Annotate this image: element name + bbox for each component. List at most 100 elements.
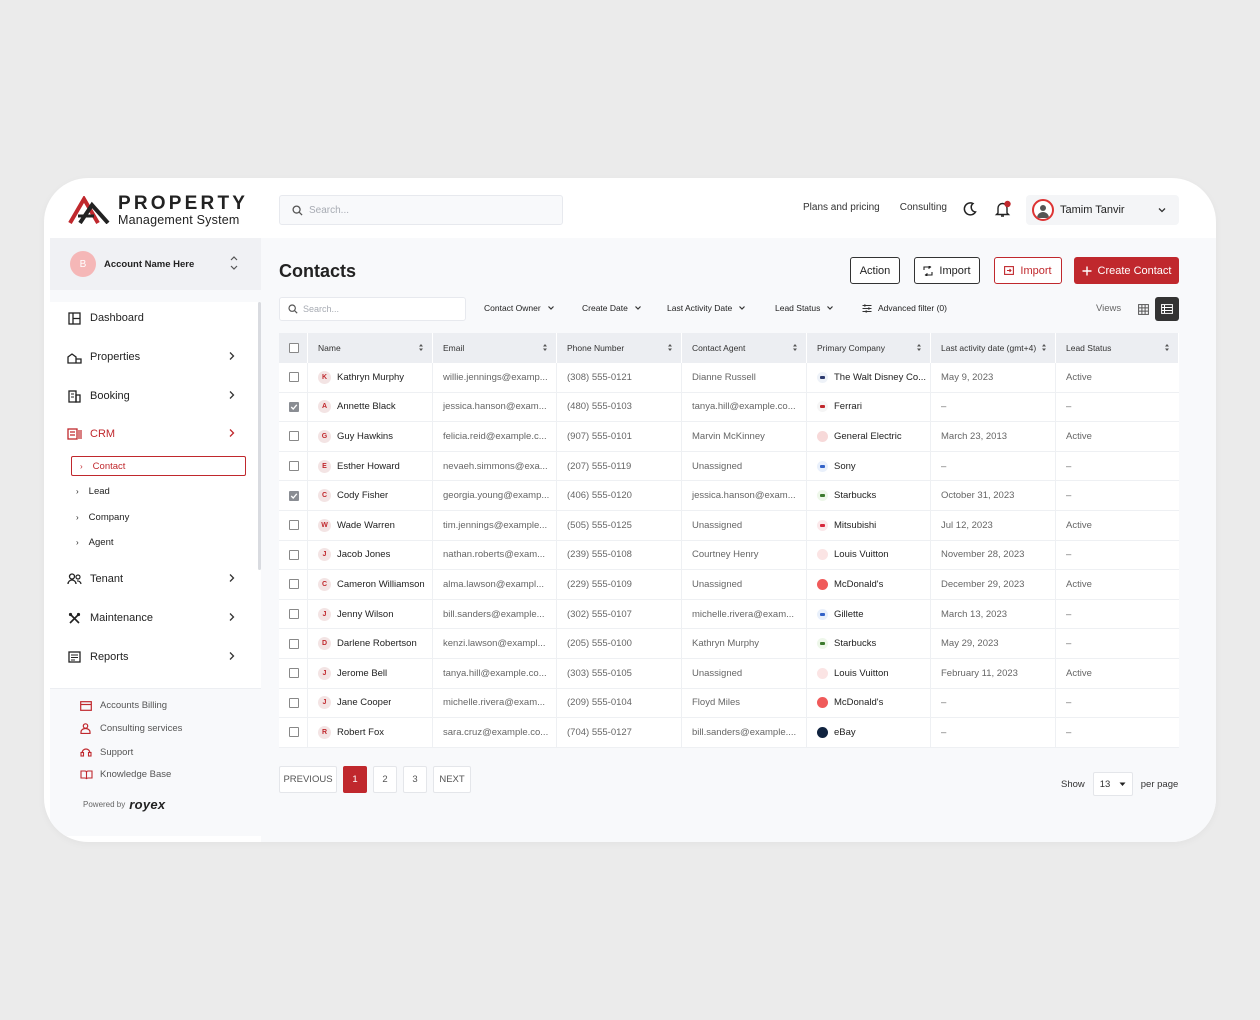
cell-name[interactable]: E Esther Howard: [308, 451, 433, 481]
row-checkbox[interactable]: [289, 431, 299, 442]
table-row[interactable]: J Jane Cooper michelle.rivera@exam... (209)…: [279, 688, 1179, 719]
row-checkbox[interactable]: [289, 579, 299, 590]
account-switcher[interactable]: B Account Name Here: [50, 238, 261, 290]
table-row[interactable]: R Robert Fox sara.cruz@example.co... (704) …: [279, 718, 1179, 748]
row-checkbox[interactable]: [289, 461, 299, 472]
cell-name[interactable]: J Jane Cooper: [308, 688, 433, 718]
sidebar-item-crm[interactable]: CRM: [66, 426, 236, 442]
table-row[interactable]: W Wade Warren tim.jennings@example... (505)…: [279, 510, 1179, 541]
table-row[interactable]: J Jenny Wilson bill.sanders@example... (302…: [279, 599, 1179, 630]
cell-company[interactable]: Gillette: [807, 599, 931, 629]
page-button-2[interactable]: 2: [373, 766, 397, 793]
cell-name[interactable]: J Jenny Wilson: [308, 599, 433, 629]
row-checkbox[interactable]: [289, 609, 299, 620]
cell-company[interactable]: Mitsubishi: [807, 510, 931, 540]
row-checkbox[interactable]: [289, 638, 299, 649]
user-menu[interactable]: Tamim Tanvir: [1026, 195, 1179, 225]
cell-company[interactable]: McDonald's: [807, 570, 931, 599]
table-row[interactable]: C Cody Fisher georgia.young@examp... (406) …: [279, 481, 1179, 511]
cell-company[interactable]: Louis Vuitton: [807, 540, 931, 570]
sidebar-item-reports[interactable]: Reports: [66, 649, 236, 665]
cell-name[interactable]: C Cody Fisher: [308, 481, 433, 510]
filter-lead-status[interactable]: Lead Status: [775, 303, 834, 313]
link-consulting-services[interactable]: Consulting services: [80, 723, 182, 734]
advanced-filter-button[interactable]: Advanced filter (0): [862, 303, 947, 313]
cell-company[interactable]: General Electric: [807, 422, 931, 451]
import-button[interactable]: Import: [914, 257, 980, 284]
dark-mode-moon-icon[interactable]: [962, 201, 978, 217]
filter-contact-owner[interactable]: Contact Owner: [484, 303, 555, 313]
row-checkbox[interactable]: [289, 549, 299, 560]
cell-name[interactable]: J Jerome Bell: [308, 658, 433, 688]
sidebar-item-tenant[interactable]: Tenant: [66, 571, 236, 587]
sidebar-subitem-agent[interactable]: › Agent: [76, 537, 114, 548]
action-button[interactable]: Action: [850, 257, 900, 284]
table-row[interactable]: J Jerome Bell tanya.hill@example.co... (303…: [279, 658, 1179, 689]
cell-name[interactable]: W Wade Warren: [308, 510, 433, 540]
table-row[interactable]: K Kathryn Murphy willie.jennings@examp... (…: [279, 363, 1179, 393]
sidebar-subitem-lead[interactable]: › Lead: [76, 486, 110, 497]
cell-company[interactable]: eBay: [807, 718, 931, 747]
table-row[interactable]: J Jacob Jones nathan.roberts@exam... (239) …: [279, 540, 1179, 571]
row-checkbox[interactable]: [289, 372, 299, 383]
row-checkbox[interactable]: [289, 401, 299, 412]
table-row[interactable]: G Guy Hawkins felicia.reid@example.c... (90…: [279, 422, 1179, 452]
previous-page-button[interactable]: PREVIOUS: [279, 766, 337, 793]
cell-company[interactable]: Starbucks: [807, 481, 931, 510]
column-header-lead-status[interactable]: Lead Status: [1056, 333, 1179, 363]
sidebar-item-booking[interactable]: Booking: [66, 388, 236, 404]
contacts-search-input[interactable]: Search...: [279, 297, 466, 321]
link-knowledge-base[interactable]: Knowledge Base: [80, 769, 171, 780]
row-checkbox[interactable]: [289, 727, 299, 738]
cell-name[interactable]: A Annette Black: [308, 392, 433, 422]
import-file-button[interactable]: Import: [994, 257, 1062, 284]
next-page-button[interactable]: NEXT: [433, 766, 471, 793]
column-header-phone[interactable]: Phone Number: [557, 333, 682, 363]
nav-plans-pricing[interactable]: Plans and pricing: [803, 202, 880, 213]
column-header-name[interactable]: Name: [308, 333, 433, 363]
table-row[interactable]: E Esther Howard nevaeh.simmons@exa... (207)…: [279, 451, 1179, 482]
cell-name[interactable]: C Cameron Williamson: [308, 570, 433, 599]
page-size-select[interactable]: 13: [1092, 772, 1133, 796]
sidebar-item-maintenance[interactable]: Maintenance: [66, 610, 236, 626]
column-header-agent[interactable]: Contact Agent: [682, 333, 807, 363]
table-row[interactable]: D Darlene Robertson kenzi.lawson@exampl...…: [279, 629, 1179, 659]
cell-company[interactable]: Starbucks: [807, 629, 931, 658]
cell-company[interactable]: Sony: [807, 451, 931, 481]
page-button-3[interactable]: 3: [403, 766, 427, 793]
cell-name[interactable]: K Kathryn Murphy: [308, 363, 433, 392]
filter-last-activity-date[interactable]: Last Activity Date: [667, 303, 746, 313]
cell-company[interactable]: McDonald's: [807, 688, 931, 718]
cell-company[interactable]: Ferrari: [807, 392, 931, 422]
sidebar-subitem-company[interactable]: › Company: [76, 512, 129, 523]
notification-bell-icon[interactable]: [994, 200, 1012, 218]
list-view-button[interactable]: [1155, 297, 1179, 321]
column-header-email[interactable]: Email: [433, 333, 557, 363]
filter-create-date[interactable]: Create Date: [582, 303, 642, 313]
row-checkbox[interactable]: [289, 697, 299, 708]
page-button-1[interactable]: 1: [343, 766, 367, 793]
row-checkbox[interactable]: [289, 490, 299, 501]
row-checkbox[interactable]: [289, 668, 299, 679]
column-header-last-activity[interactable]: Last activity date (gmt+4): [931, 333, 1056, 363]
cell-name[interactable]: D Darlene Robertson: [308, 629, 433, 658]
global-search-input[interactable]: Search...: [279, 195, 563, 225]
select-all-checkbox[interactable]: [289, 343, 299, 353]
sidebar-subitem-contact[interactable]: › Contact: [71, 456, 246, 476]
table-row[interactable]: A Annette Black jessica.hanson@exam... (480…: [279, 392, 1179, 423]
grid-view-button[interactable]: [1131, 297, 1155, 321]
row-checkbox[interactable]: [289, 520, 299, 531]
cell-name[interactable]: G Guy Hawkins: [308, 422, 433, 451]
sidebar-item-properties[interactable]: Properties: [66, 349, 236, 365]
table-row[interactable]: C Cameron Williamson alma.lawson@exampl...…: [279, 570, 1179, 600]
link-support[interactable]: Support: [80, 746, 133, 758]
cell-company[interactable]: The Walt Disney Co...: [807, 363, 931, 392]
nav-consulting[interactable]: Consulting: [900, 202, 947, 213]
cell-name[interactable]: J Jacob Jones: [308, 540, 433, 570]
link-accounts-billing[interactable]: Accounts Billing: [80, 700, 167, 711]
brand-logo[interactable]: PROPERTY Management System: [68, 194, 248, 226]
cell-name[interactable]: R Robert Fox: [308, 718, 433, 747]
cell-company[interactable]: Louis Vuitton: [807, 658, 931, 688]
sidebar-item-dashboard[interactable]: Dashboard: [66, 310, 236, 326]
column-header-company[interactable]: Primary Company: [807, 333, 931, 363]
